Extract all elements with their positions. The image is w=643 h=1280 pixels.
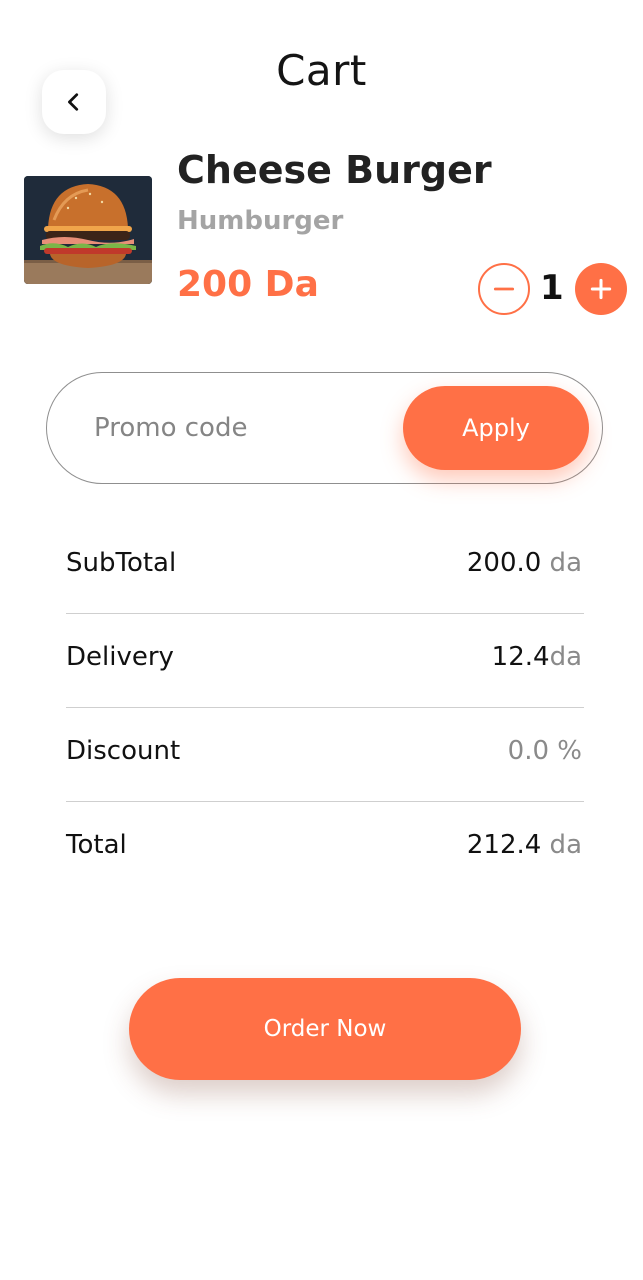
delivery-amount: 12.4	[491, 642, 550, 672]
item-name: Cheese Burger	[177, 148, 492, 192]
delivery-row: Delivery 12.4da	[66, 614, 584, 708]
total-value: 212.4 da	[467, 830, 582, 860]
plus-icon	[590, 278, 612, 300]
discount-row: Discount 0.0 %	[66, 708, 584, 802]
discount-value: 0.0 %	[507, 736, 582, 766]
subtotal-label: SubTotal	[66, 548, 177, 578]
page-title: Cart	[276, 46, 367, 95]
minus-icon	[493, 287, 515, 291]
item-category: Humburger	[177, 206, 344, 236]
subtotal-row: SubTotal 200.0 da	[66, 520, 584, 614]
decrease-quantity-button[interactable]	[478, 263, 530, 315]
total-row: Total 212.4 da	[66, 802, 584, 896]
burger-image	[24, 176, 152, 284]
total-amount: 212.4	[466, 830, 542, 860]
apply-promo-button[interactable]: Apply	[403, 386, 589, 470]
item-price: 200 Da	[177, 264, 319, 305]
discount-label: Discount	[66, 736, 181, 766]
total-unit: da	[541, 830, 582, 860]
delivery-value: 12.4da	[492, 642, 582, 672]
delivery-unit: da	[549, 642, 582, 672]
order-now-button[interactable]: Order Now	[129, 978, 521, 1080]
delivery-label: Delivery	[66, 642, 174, 672]
quantity-value: 1	[540, 268, 564, 308]
subtotal-amount: 200.0	[466, 548, 542, 578]
total-label: Total	[66, 830, 127, 860]
promo-code-input[interactable]	[94, 404, 384, 452]
order-summary: SubTotal 200.0 da Delivery 12.4da Discou…	[66, 520, 584, 896]
subtotal-value: 200.0 da	[467, 548, 582, 578]
subtotal-unit: da	[541, 548, 582, 578]
increase-quantity-button[interactable]	[575, 263, 627, 315]
